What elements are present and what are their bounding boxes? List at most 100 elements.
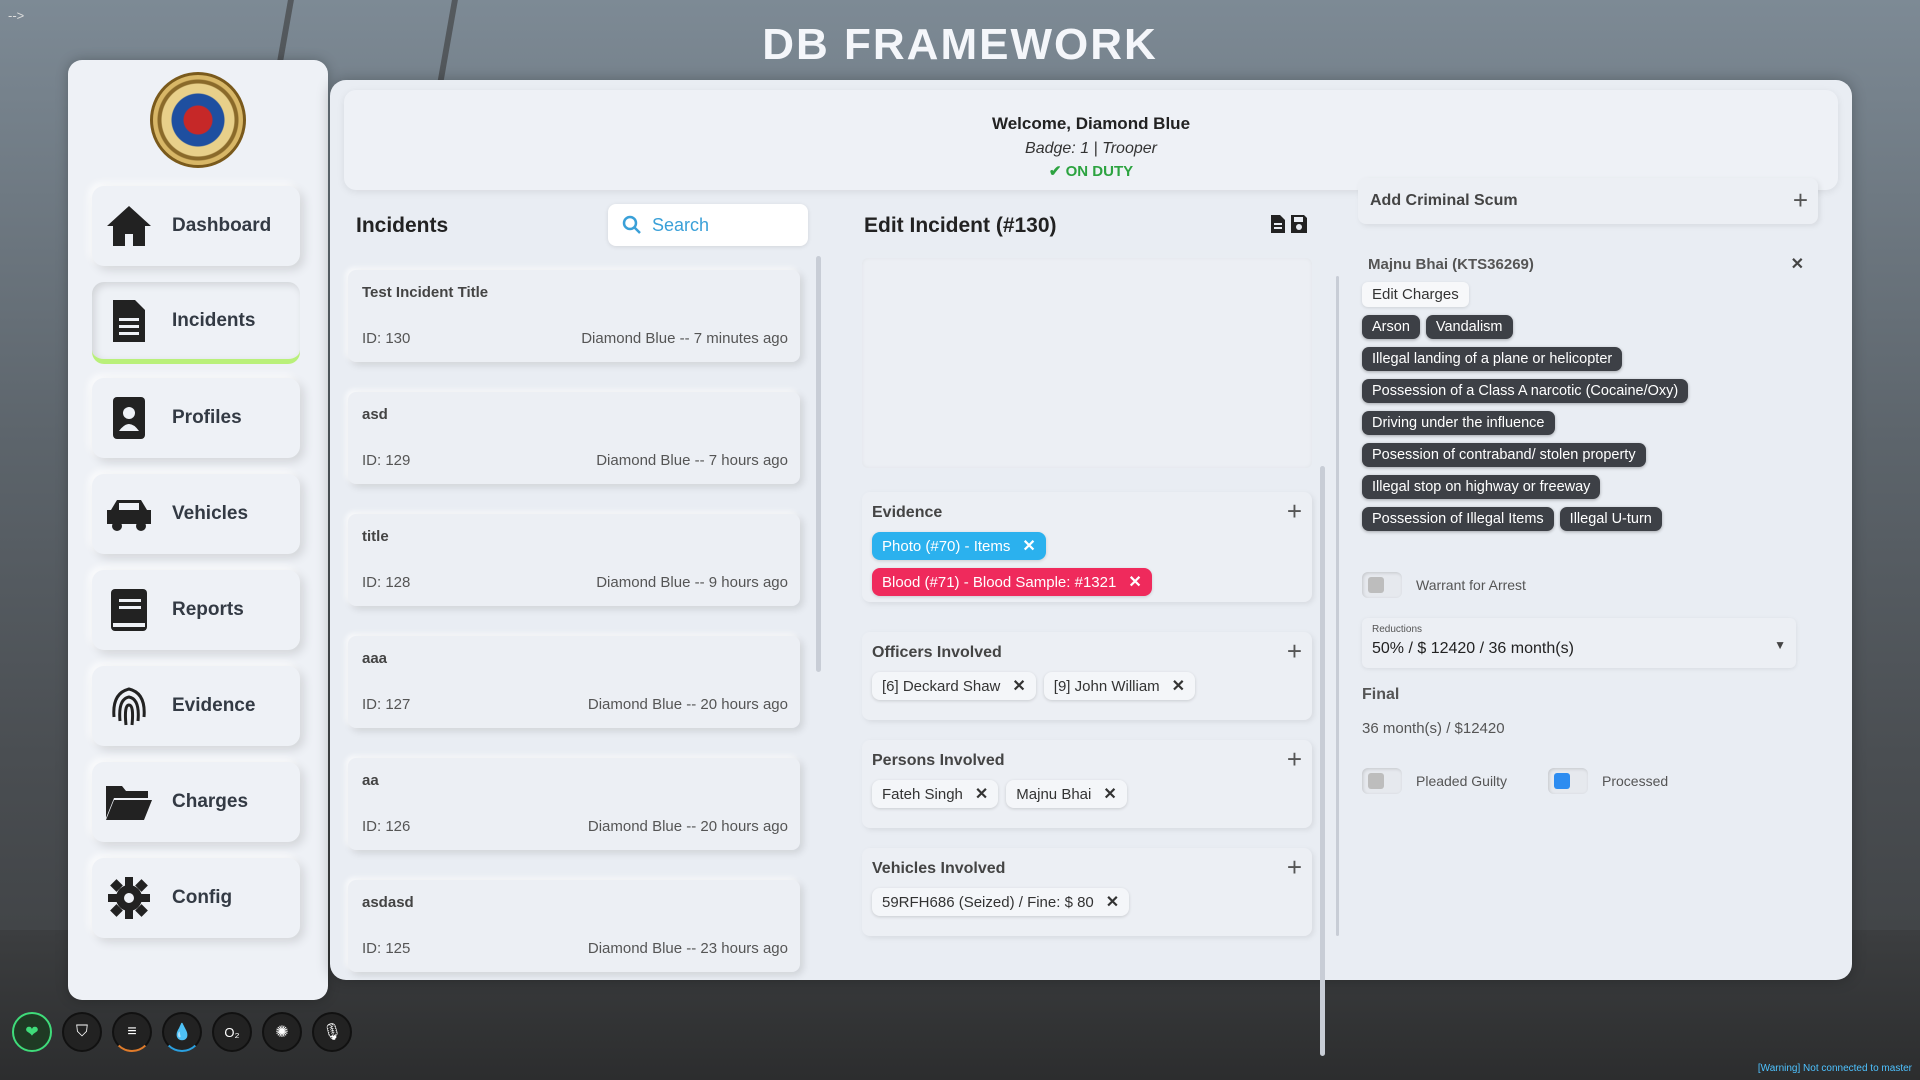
evidence-section: Evidence + Photo (#70) - Items ✕ Blood (#… [862, 492, 1312, 602]
person-tag: Majnu Bhai ✕ [1006, 780, 1127, 808]
incident-list-item[interactable]: aaa ID: 127 Diamond Blue -- 20 hours ago [348, 636, 800, 728]
status-hud: ❤ ⛉ ≡ 💧 O₂ ✺ 🎙 [12, 1012, 352, 1052]
incident-id: ID: 128 [362, 574, 411, 591]
criminal-column: Add Criminal Scum + Majnu Bhai (KTS36269… [1336, 158, 1844, 968]
sidebar-item-profiles[interactable]: Profiles [92, 378, 300, 458]
persons-title: Persons Involved [872, 752, 1005, 769]
remove-icon[interactable]: ✕ [1172, 676, 1185, 696]
persons-section: Persons Involved + Fateh Singh ✕ Majnu Bh… [862, 740, 1312, 828]
charge-pill: Illegal U-turn [1559, 507, 1662, 531]
sidebar-item-dashboard[interactable]: Dashboard [92, 186, 300, 266]
vehicles-title: Vehicles Involved [872, 860, 1006, 877]
incident-details-editor[interactable] [862, 258, 1312, 468]
incident-title: title [362, 528, 389, 545]
search-icon [622, 215, 641, 234]
armor-shield-icon: ⛉ [62, 1012, 102, 1052]
incident-meta: Diamond Blue -- 20 hours ago [587, 696, 788, 713]
sidebar-item-label: Incidents [172, 309, 256, 331]
welcome-text: Welcome, Diamond Blue [991, 114, 1191, 133]
incident-title: aa [362, 772, 379, 789]
incident-list-item[interactable]: asdasd ID: 125 Diamond Blue -- 23 hours … [348, 880, 800, 972]
sidebar-item-label: Evidence [172, 695, 256, 716]
search-input[interactable] [652, 214, 792, 236]
add-person-button[interactable]: + [1287, 746, 1302, 772]
reductions-select[interactable]: Reductions 50% / $ 12420 / 36 month(s) ▼ [1362, 618, 1796, 668]
remove-icon[interactable]: ✕ [1103, 784, 1116, 804]
warrant-checkbox[interactable] [1362, 572, 1402, 598]
remove-icon[interactable]: ✕ [1128, 572, 1141, 592]
pleaded-checkbox[interactable] [1362, 768, 1402, 794]
evidence-tag-label: Photo (#70) - Items [882, 537, 1011, 555]
sidebar-item-evidence[interactable]: Evidence [92, 666, 300, 746]
main-panel: Welcome, Diamond Blue Badge: 1 | Trooper… [330, 80, 1852, 1056]
edit-toolbar [1270, 214, 1308, 234]
add-evidence-button[interactable]: + [1287, 498, 1302, 524]
add-vehicle-button[interactable]: + [1287, 854, 1302, 880]
incident-list-item[interactable]: Test Incident Title ID: 130 Diamond Blue… [348, 270, 800, 362]
sidebar-item-reports[interactable]: Reports [92, 570, 300, 650]
officer-tag-label: [6] Deckard Shaw [882, 677, 1001, 695]
pleaded-label: Pleaded Guilty [1416, 773, 1508, 789]
sidebar-item-label: Dashboard [172, 215, 272, 236]
incident-id: ID: 129 [362, 452, 411, 469]
chevron-down-icon: ▼ [1774, 638, 1786, 652]
processed-label: Processed [1602, 773, 1669, 789]
fingerprint-icon [104, 681, 154, 731]
warrant-knob [1368, 577, 1384, 593]
incident-id: ID: 125 [362, 940, 411, 957]
remove-icon[interactable]: ✕ [975, 784, 988, 804]
save-icon[interactable] [1290, 214, 1308, 234]
add-criminal-button[interactable]: + [1793, 187, 1808, 213]
sidebar-item-vehicles[interactable]: Vehicles [92, 474, 300, 554]
incident-meta: Diamond Blue -- 23 hours ago [587, 940, 788, 957]
incident-title: asdasd [362, 894, 414, 911]
processed-checkbox[interactable] [1548, 768, 1588, 794]
folder-icon [104, 777, 154, 827]
sidebar-item-label: Charges [172, 791, 249, 812]
add-criminal-title: Add Criminal Scum [1370, 192, 1518, 209]
remove-icon[interactable]: ✕ [1012, 676, 1025, 696]
add-officer-button[interactable]: + [1287, 638, 1302, 664]
check-icon: ✔ [1048, 163, 1062, 180]
charge-pill: Driving under the influence [1362, 411, 1555, 435]
charge-pill: Possession of a Class A narcotic (Cocain… [1362, 379, 1689, 403]
final-value: 36 month(s) / $12420 [1362, 720, 1505, 737]
incidents-scrollbar[interactable] [816, 256, 821, 672]
incident-title: asd [362, 406, 388, 423]
search-box[interactable] [608, 204, 808, 246]
corner-log-line: [Warning] Not connected to master [1757, 1063, 1912, 1074]
home-icon [104, 201, 154, 251]
pleaded-guilty-toggle[interactable]: Pleaded Guilty [1362, 768, 1507, 794]
incidents-title: Incidents [356, 214, 449, 237]
id-badge-icon [104, 393, 154, 443]
warrant-toggle[interactable]: Warrant for Arrest [1362, 572, 1526, 598]
remove-criminal-button[interactable]: ✕ [1791, 254, 1804, 274]
remove-icon[interactable]: ✕ [1022, 536, 1035, 556]
incident-title: aaa [362, 650, 388, 667]
stress-brain-icon: ✺ [262, 1012, 302, 1052]
document-icon[interactable] [1270, 214, 1286, 234]
incident-meta: Diamond Blue -- 9 hours ago [596, 574, 788, 591]
sidebar-item-charges[interactable]: Charges [92, 762, 300, 842]
evidence-tag-label: Blood (#71) - Blood Sample: #1321 [882, 573, 1117, 591]
edit-charges-button[interactable]: Edit Charges [1362, 282, 1469, 307]
edit-scrollbar[interactable] [1320, 466, 1325, 1056]
person-tags: Fateh Singh ✕ Majnu Bhai ✕ [872, 780, 1302, 808]
incident-title: Test Incident Title [362, 284, 489, 301]
sidebar-item-config[interactable]: Config [92, 858, 300, 938]
officers-section: Officers Involved + [6] Deckard Shaw ✕ [9… [862, 632, 1312, 720]
incident-list-item[interactable]: asd ID: 129 Diamond Blue -- 7 hours ago [348, 392, 800, 484]
person-tag-label: Majnu Bhai [1016, 785, 1092, 803]
incident-id: ID: 127 [362, 696, 411, 713]
vehicle-tag-label: 59RFH686 (Seized) / Fine: $ 80 [882, 893, 1094, 911]
charge-pill: Arson [1362, 315, 1420, 339]
incident-list-item[interactable]: aa ID: 126 Diamond Blue -- 20 hours ago [348, 758, 800, 850]
hunger-burger-icon: ≡ [112, 1012, 152, 1052]
officers-title: Officers Involved [872, 644, 1002, 661]
person-tag-label: Fateh Singh [882, 785, 963, 803]
processed-toggle[interactable]: Processed [1548, 768, 1668, 794]
sidebar-item-incidents[interactable]: Incidents [92, 282, 300, 362]
remove-icon[interactable]: ✕ [1106, 892, 1119, 912]
evidence-tag: Blood (#71) - Blood Sample: #1321 ✕ [872, 568, 1152, 596]
incident-list-item[interactable]: title ID: 128 Diamond Blue -- 9 hours ag… [348, 514, 800, 606]
